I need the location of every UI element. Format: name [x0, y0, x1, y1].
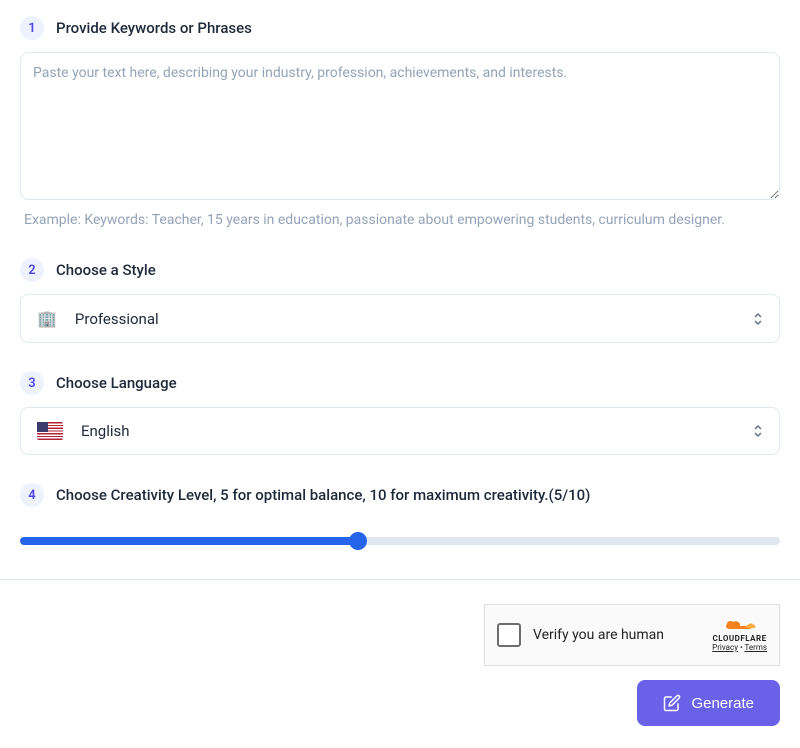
example-text: Example: Keywords: Teacher, 15 years in … [20, 210, 780, 230]
step-3-header: 3 Choose Language [20, 371, 780, 395]
generate-button-label: Generate [691, 695, 754, 712]
step-2-header: 2 Choose a Style [20, 258, 780, 282]
step-1-badge: 1 [20, 16, 44, 40]
step-4-title: Choose Creativity Level, 5 for optimal b… [56, 486, 590, 504]
slider-thumb[interactable] [349, 532, 367, 550]
step-2-badge: 2 [20, 258, 44, 282]
language-select-label: English [81, 422, 735, 440]
generate-button[interactable]: Generate [637, 680, 780, 726]
keywords-textarea[interactable] [20, 52, 780, 200]
step-1-title: Provide Keywords or Phrases [56, 19, 252, 37]
captcha-text: Verify you are human [533, 627, 700, 643]
captcha-brand-name: CLOUDFLARE [713, 634, 767, 643]
step-2: 2 Choose a Style 🏢 Professional [20, 258, 780, 343]
chevron-up-down-icon [753, 424, 763, 438]
flag-us-icon [37, 422, 63, 440]
captcha-checkbox[interactable] [497, 623, 521, 647]
step-1-header: 1 Provide Keywords or Phrases [20, 16, 780, 40]
building-icon: 🏢 [37, 309, 57, 328]
slider-track [20, 537, 780, 545]
step-4-header: 4 Choose Creativity Level, 5 for optimal… [20, 483, 780, 507]
step-3-title: Choose Language [56, 374, 177, 392]
style-select-label: Professional [75, 310, 735, 328]
captcha-brand: CLOUDFLARE Privacy • Terms [712, 618, 767, 652]
step-4: 4 Choose Creativity Level, 5 for optimal… [20, 483, 780, 551]
step-3: 3 Choose Language English [20, 371, 780, 455]
step-3-badge: 3 [20, 371, 44, 395]
captcha-widget: Verify you are human CLOUDFLARE Privacy … [484, 604, 780, 666]
edit-icon [663, 694, 681, 712]
step-2-title: Choose a Style [56, 261, 156, 279]
footer: Verify you are human CLOUDFLARE Privacy … [0, 579, 800, 726]
captcha-terms-link[interactable]: Terms [745, 643, 767, 652]
step-1: 1 Provide Keywords or Phrases Example: K… [20, 16, 780, 230]
step-4-badge: 4 [20, 483, 44, 507]
chevron-up-down-icon [753, 312, 763, 326]
language-select[interactable]: English [20, 407, 780, 455]
slider-fill [20, 537, 358, 545]
captcha-privacy-link[interactable]: Privacy [712, 643, 738, 652]
creativity-slider[interactable] [20, 531, 780, 551]
style-select[interactable]: 🏢 Professional [20, 294, 780, 343]
captcha-links: Privacy • Terms [712, 643, 767, 652]
cloudflare-icon [722, 618, 758, 632]
